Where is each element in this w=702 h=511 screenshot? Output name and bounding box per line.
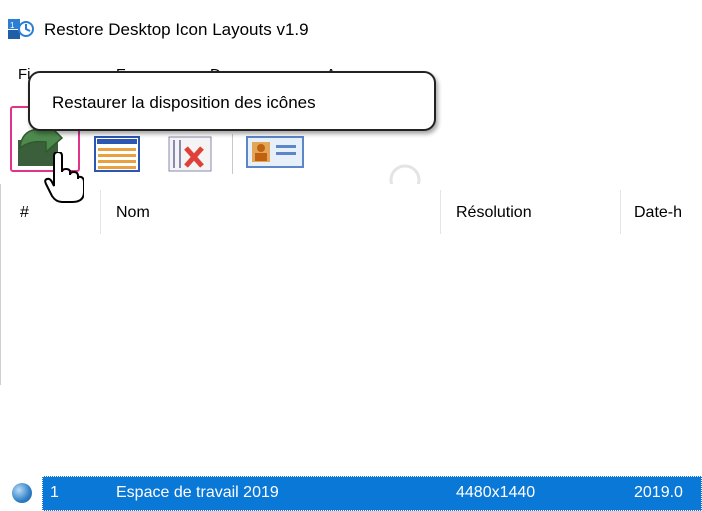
- cell-date: 2019.0: [634, 484, 683, 501]
- column-header-resolution[interactable]: Résolution: [456, 204, 532, 222]
- title-bar: 1 Restore Desktop Icon Layouts v1.9: [0, 0, 702, 56]
- column-header-index[interactable]: #: [20, 204, 29, 222]
- tooltip-text: Restaurer la disposition des icônes: [52, 93, 316, 112]
- app-icon: 1: [8, 19, 34, 39]
- column-divider[interactable]: [100, 190, 101, 234]
- window-title: Restore Desktop Icon Layouts v1.9: [44, 20, 309, 39]
- svg-text:1: 1: [10, 21, 15, 30]
- save-layout-icon[interactable]: [94, 136, 140, 172]
- properties-icon[interactable]: [246, 136, 304, 168]
- table-row[interactable]: 1 Espace de travail 2019 4480x1440 2019.…: [0, 238, 702, 511]
- delete-layout-icon[interactable]: [168, 136, 212, 172]
- cell-index: 1: [50, 484, 59, 501]
- list-header: [0, 190, 702, 232]
- cell-name: Espace de travail 2019: [116, 484, 279, 501]
- column-divider[interactable]: [620, 190, 621, 234]
- status-icon: [12, 483, 32, 503]
- column-header-name[interactable]: Nom: [116, 204, 150, 222]
- cell-resolution: 4480x1440: [456, 484, 536, 501]
- toolbar-separator: [232, 134, 233, 174]
- column-divider[interactable]: [440, 190, 441, 234]
- tooltip: Restaurer la disposition des icônes: [28, 71, 436, 131]
- hand-cursor-icon: [44, 152, 84, 203]
- column-header-date[interactable]: Date-h: [634, 204, 682, 222]
